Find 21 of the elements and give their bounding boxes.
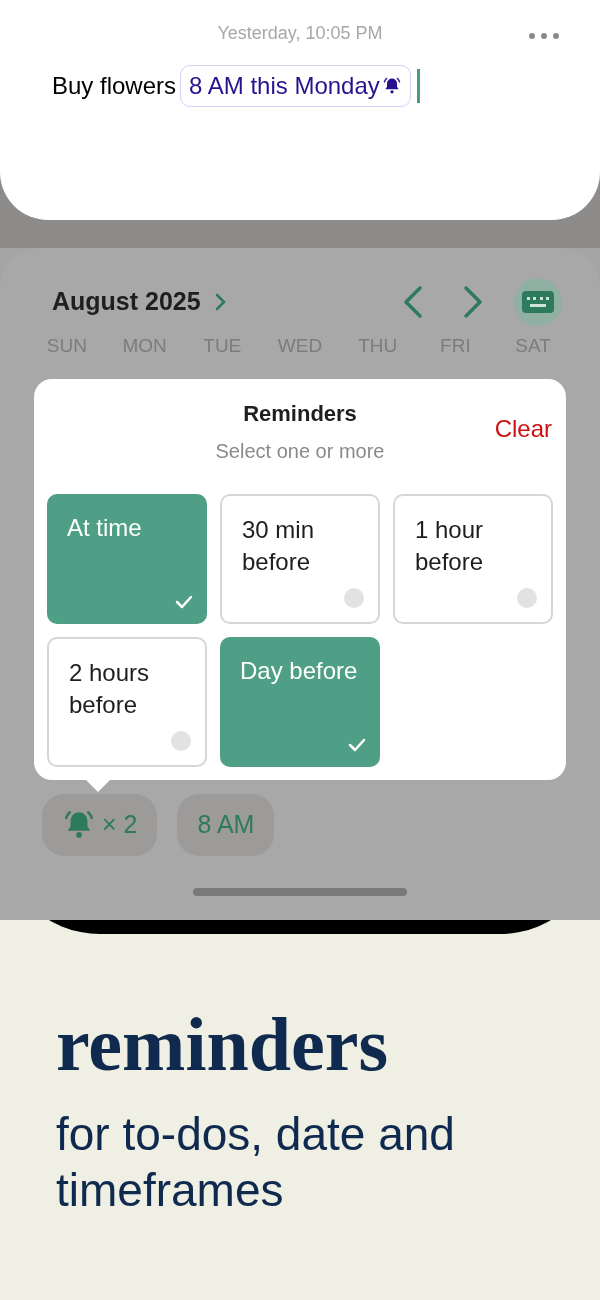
text-cursor xyxy=(416,69,420,103)
check-icon xyxy=(348,736,366,753)
note-text: Buy flowers xyxy=(52,71,177,101)
popup-title: Reminders xyxy=(243,399,357,428)
reminder-option[interactable]: 1 hour before xyxy=(393,493,553,624)
next-icon[interactable] xyxy=(462,285,484,319)
reminder-option[interactable]: 2 hours before xyxy=(47,636,207,767)
more-icon[interactable] xyxy=(528,32,560,40)
bell-icon xyxy=(381,76,402,96)
reminder-option[interactable]: 30 min before xyxy=(220,493,380,624)
promo-subtitle: for to-dos, date and timeframes xyxy=(56,1107,456,1218)
keyboard-button[interactable] xyxy=(514,278,562,326)
previous-icon[interactable] xyxy=(402,285,424,319)
date-tag[interactable]: 8 AM this Monday xyxy=(180,65,411,107)
keyboard-icon xyxy=(522,291,554,313)
timestamp: Yesterday, 10:05 PM xyxy=(217,22,383,45)
check-icon xyxy=(175,593,193,610)
popup-subtitle: Select one or more xyxy=(215,438,385,464)
promo-headline: reminders xyxy=(56,1004,390,1084)
clear-button[interactable]: Clear xyxy=(494,410,552,447)
month-title[interactable]: August 2025 xyxy=(52,283,201,321)
